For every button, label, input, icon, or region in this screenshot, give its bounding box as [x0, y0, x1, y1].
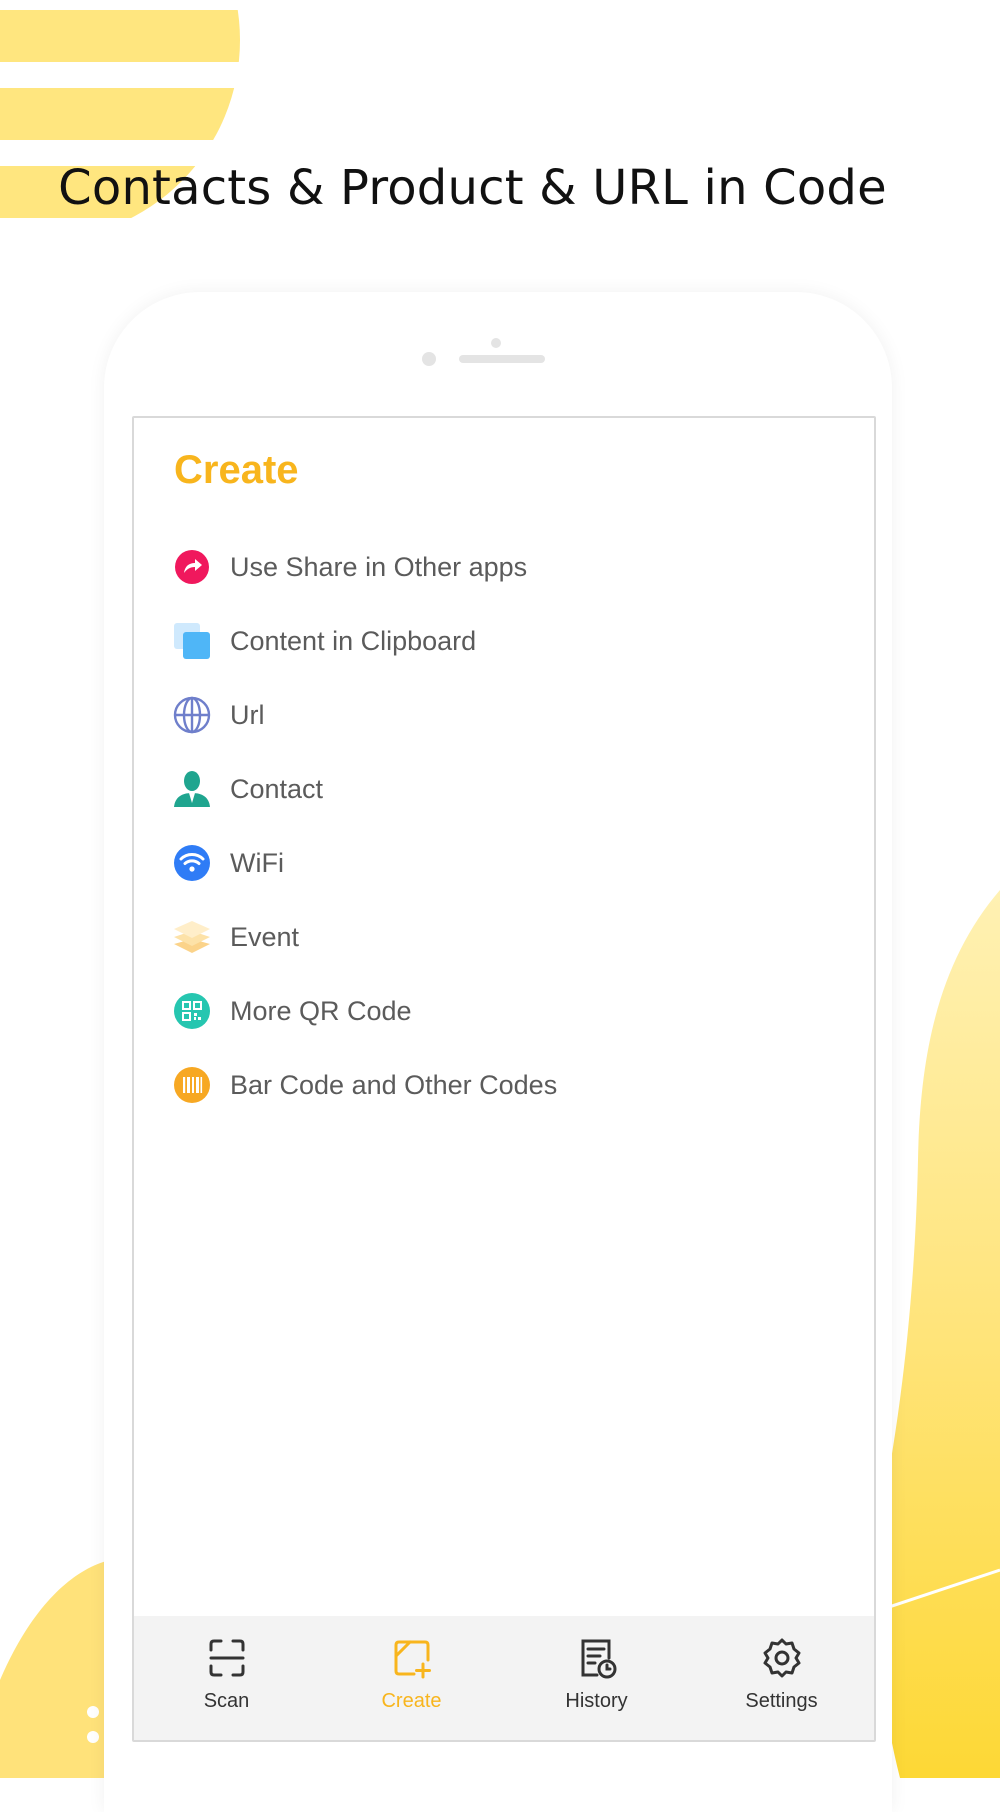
history-icon	[581, 1639, 616, 1679]
app-screen: Create Use Share in Other apps Content i…	[132, 416, 876, 1742]
tab-label: History	[565, 1690, 628, 1712]
menu-item-label: Bar Code and Other Codes	[230, 1069, 558, 1100]
clipboard-icon	[172, 621, 212, 661]
gear-icon	[763, 1638, 800, 1678]
menu-item-label: More QR Code	[230, 995, 412, 1026]
create-menu: Use Share in Other apps Content in Clipb…	[172, 530, 852, 1122]
barcode-icon	[172, 1065, 212, 1105]
tab-history[interactable]: History	[504, 1616, 689, 1740]
layers-icon	[172, 917, 212, 957]
tab-label: Scan	[203, 1690, 250, 1712]
menu-item-url[interactable]: Url	[172, 678, 852, 752]
scan-icon	[209, 1639, 244, 1677]
menu-item-event[interactable]: Event	[172, 900, 852, 974]
phone-frame: Create Use Share in Other apps Content i…	[104, 292, 892, 1812]
phone-camera	[422, 352, 436, 366]
phone-sensor	[491, 338, 501, 348]
share-icon	[172, 547, 212, 587]
phone-speaker	[459, 355, 545, 363]
contact-icon	[172, 769, 212, 809]
menu-item-label: Contact	[230, 773, 324, 804]
qr-code-icon	[172, 991, 212, 1031]
bottom-tab-bar: Scan Create History Settings	[134, 1616, 874, 1740]
menu-item-label: Use Share in Other apps	[230, 551, 528, 582]
wifi-icon	[172, 843, 212, 883]
create-icon	[394, 1640, 431, 1679]
tab-settings[interactable]: Settings	[689, 1616, 874, 1740]
page-title: Create	[174, 448, 299, 492]
menu-item-clipboard[interactable]: Content in Clipboard	[172, 604, 852, 678]
tab-create[interactable]: Create	[319, 1616, 504, 1740]
tab-scan[interactable]: Scan	[134, 1616, 319, 1740]
menu-item-label: Url	[230, 699, 265, 730]
menu-item-label: Content in Clipboard	[230, 625, 477, 656]
menu-item-label: Event	[230, 921, 300, 952]
globe-icon	[172, 695, 212, 735]
menu-item-more-qr[interactable]: More QR Code	[172, 974, 852, 1048]
menu-item-barcode[interactable]: Bar Code and Other Codes	[172, 1048, 852, 1122]
menu-item-contact[interactable]: Contact	[172, 752, 852, 826]
tab-label: Settings	[745, 1690, 818, 1712]
menu-item-label: WiFi	[230, 847, 284, 878]
menu-item-share[interactable]: Use Share in Other apps	[172, 530, 852, 604]
menu-item-wifi[interactable]: WiFi	[172, 826, 852, 900]
headline: Contacts & Product & URL in Code	[58, 160, 887, 216]
tab-label: Create	[381, 1690, 442, 1712]
